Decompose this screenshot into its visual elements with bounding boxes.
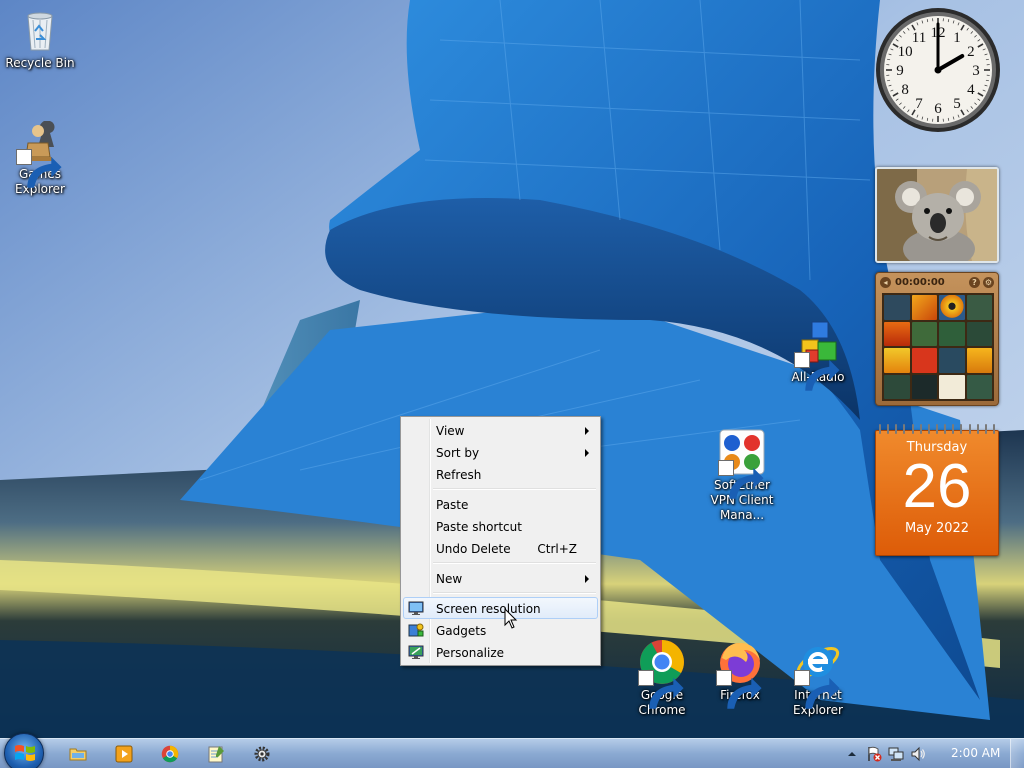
clock-numeral: 3 xyxy=(972,63,980,79)
system-tray: 2:00 AM xyxy=(834,739,1024,768)
calendar-day-number: 26 xyxy=(902,452,972,521)
clock-numeral: 5 xyxy=(953,96,961,112)
action-center-flag-icon[interactable] xyxy=(866,746,882,762)
puzzle-tiles[interactable] xyxy=(882,293,994,401)
chrome-icon xyxy=(161,745,179,763)
menu-separator xyxy=(433,589,598,597)
clock-numeral: 7 xyxy=(915,96,923,112)
menu-item-gadgets[interactable]: Gadgets xyxy=(403,619,598,641)
media-player-icon xyxy=(115,745,133,763)
clock-numeral: 9 xyxy=(896,63,904,79)
menu-separator xyxy=(433,559,598,567)
shortcut-arrow-icon xyxy=(716,670,762,709)
gadgets-icon xyxy=(408,623,424,637)
notepad-icon xyxy=(208,746,224,763)
show-desktop-button[interactable] xyxy=(1010,739,1024,768)
taskbar-file-explorer[interactable] xyxy=(58,742,98,766)
desktop-icon-firefox[interactable]: Firefox xyxy=(700,638,780,709)
clock-numeral: 10 xyxy=(898,44,913,60)
slideshow-gadget[interactable] xyxy=(875,167,999,263)
menu-item-paste[interactable]: Paste xyxy=(403,493,598,515)
desktop-context-menu: View Sort by Refresh Paste Paste shortcu… xyxy=(400,416,601,666)
shortcut-arrow-icon xyxy=(718,460,764,499)
clock-numeral: 6 xyxy=(934,101,942,117)
desktop-icon-internet-explorer[interactable]: Internet Explorer xyxy=(778,638,858,718)
desktop-icon-all-radio[interactable]: All-Radio xyxy=(778,320,858,391)
shortcut-arrow-icon xyxy=(794,352,840,391)
analog-clock-face: 121234567891011 xyxy=(876,8,1000,132)
menu-item-personalize[interactable]: Personalize xyxy=(403,641,598,663)
submenu-arrow-icon xyxy=(585,575,589,583)
clock-numeral: 1 xyxy=(953,30,961,46)
windows-logo-icon xyxy=(15,745,35,761)
menu-item-refresh[interactable]: Refresh xyxy=(403,463,598,485)
menu-item-sort-by[interactable]: Sort by xyxy=(403,441,598,463)
clock-gadget[interactable]: 121234567891011 xyxy=(874,6,1002,134)
taskbar-settings[interactable] xyxy=(242,742,282,766)
clock-numeral: 11 xyxy=(912,30,926,46)
picture-puzzle-gadget[interactable]: ◂ 00:00:00 ? ⚙ xyxy=(875,272,999,406)
puzzle-settings-icon[interactable]: ⚙ xyxy=(983,276,994,288)
network-icon[interactable] xyxy=(888,746,904,762)
shortcut-arrow-icon xyxy=(16,149,62,188)
volume-icon[interactable] xyxy=(910,746,926,762)
shortcut-arrow-icon xyxy=(638,670,684,709)
menu-item-screen-resolution[interactable]: Screen resolution xyxy=(403,597,598,619)
recycle-bin-icon xyxy=(27,12,53,51)
desktop-icon-games-explorer[interactable]: Games Explorer xyxy=(0,117,80,197)
menu-item-new[interactable]: New xyxy=(403,567,598,589)
calendar-gadget[interactable]: Thursday 26 May 2022 xyxy=(875,424,999,556)
desktop-icon-label: Recycle Bin xyxy=(5,56,75,70)
menu-item-paste-shortcut[interactable]: Paste shortcut xyxy=(403,515,598,537)
shortcut-arrow-icon xyxy=(794,670,840,709)
desktop-icon-recycle-bin[interactable]: Recycle Bin xyxy=(0,6,80,71)
puzzle-timer: 00:00:00 xyxy=(895,276,945,288)
calendar-month-year: May 2022 xyxy=(904,521,970,536)
calendar-binding-rings xyxy=(879,424,995,434)
start-button[interactable] xyxy=(4,733,44,768)
mouse-cursor-icon xyxy=(504,608,518,629)
taskbar-media-player[interactable] xyxy=(104,742,144,766)
submenu-arrow-icon xyxy=(585,427,589,435)
taskbar-clock[interactable]: 2:00 AM xyxy=(951,746,1000,760)
taskbar-chrome[interactable] xyxy=(150,742,190,766)
taskbar-notepad[interactable] xyxy=(196,742,236,766)
clock-numeral: 8 xyxy=(901,82,909,98)
personalize-icon xyxy=(408,645,424,659)
taskbar: 2:00 AM xyxy=(0,733,1024,768)
puzzle-help-icon[interactable]: ? xyxy=(969,276,980,288)
clock-numeral: 4 xyxy=(967,82,975,98)
clock-numeral: 2 xyxy=(967,44,975,60)
desktop-icon-google-chrome[interactable]: Google Chrome xyxy=(622,638,702,718)
file-explorer-icon xyxy=(69,748,87,761)
menu-item-view[interactable]: View xyxy=(403,419,598,441)
puzzle-back-icon[interactable]: ◂ xyxy=(880,276,891,288)
submenu-arrow-icon xyxy=(585,449,589,457)
desktop-icon-softether-vpn[interactable]: SoftEther VPN Client Mana... xyxy=(700,428,784,523)
show-hidden-icons-arrow[interactable] xyxy=(844,746,860,762)
koala-photo xyxy=(877,169,997,261)
settings-gear-icon xyxy=(254,746,270,762)
menu-shortcut-text: Ctrl+Z xyxy=(537,542,577,556)
screen-resolution-icon xyxy=(408,601,424,615)
menu-item-undo-delete[interactable]: Undo Delete Ctrl+Z xyxy=(403,537,598,559)
menu-separator xyxy=(433,485,598,493)
